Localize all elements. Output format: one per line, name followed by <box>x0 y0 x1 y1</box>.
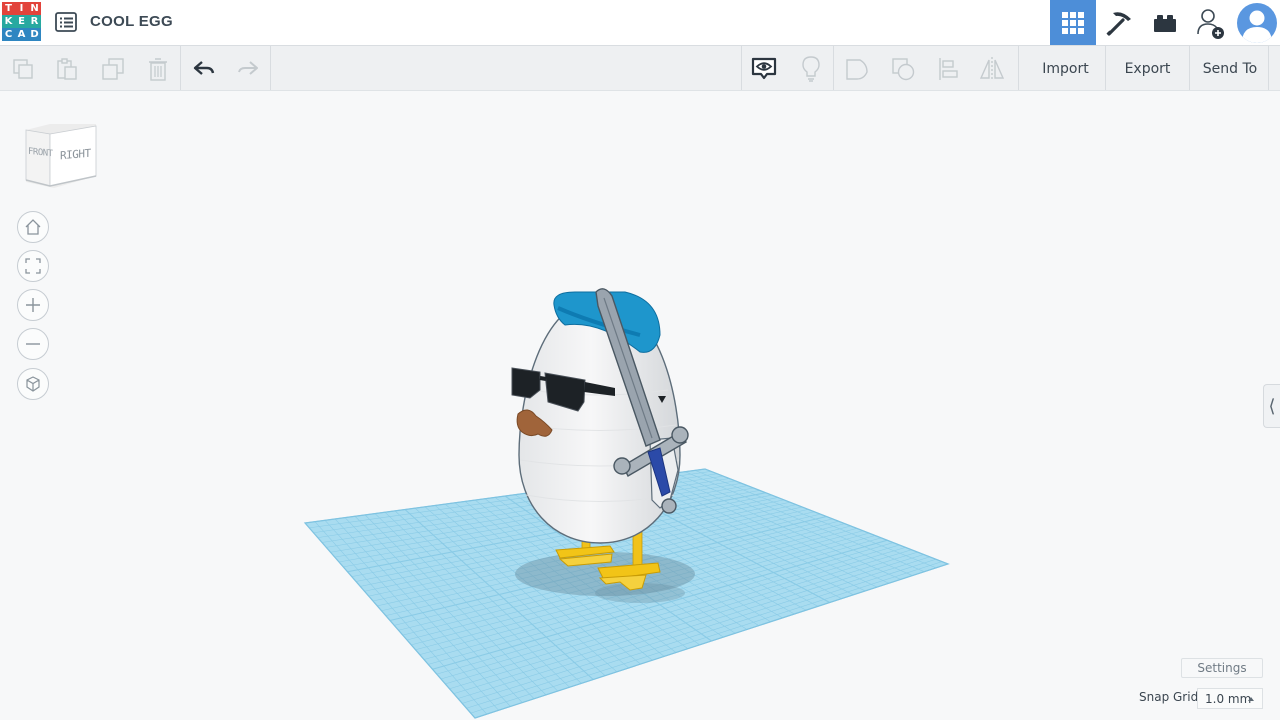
bricks-icon <box>1154 14 1176 32</box>
design-title[interactable]: COOL EGG <box>90 13 173 30</box>
copy-button[interactable] <box>8 54 38 84</box>
grid-view-icon <box>1062 11 1084 34</box>
header-right-icons <box>1050 0 1280 45</box>
snap-grid-label: Snap Grid <box>1139 690 1199 704</box>
toolbar-divider <box>1018 46 1019 90</box>
ungroup-icon <box>892 58 915 81</box>
redo-button[interactable] <box>233 54 263 84</box>
view-cube[interactable]: FRONT RIGHT <box>22 122 102 194</box>
snap-grid-value: 1.0 mm <box>1205 691 1252 706</box>
logo-letter: R <box>28 15 41 28</box>
caret-up-icon <box>1248 697 1254 701</box>
paste-button[interactable] <box>52 54 82 84</box>
copy-icon <box>13 59 33 79</box>
toolbar-divider <box>180 46 181 90</box>
logo-letter: T <box>2 2 15 15</box>
add-user-button[interactable] <box>1188 0 1234 45</box>
chevron-left-icon: ⟨ <box>1268 395 1276 416</box>
toolbar-divider <box>833 46 834 90</box>
edit-toolbar: Import Export Send To <box>0 46 1280 91</box>
grid-view-button[interactable] <box>1050 0 1096 45</box>
user-avatar-button[interactable] <box>1234 0 1280 45</box>
mirror-icon <box>979 57 1005 81</box>
undo-icon <box>193 61 215 75</box>
logo-letter: K <box>2 15 15 28</box>
tinkercad-logo[interactable]: T I N K E R C A D <box>2 2 42 42</box>
logo-letter: D <box>28 28 41 41</box>
view-cube-right-label[interactable]: RIGHT <box>60 147 91 163</box>
logo-letter: A <box>15 28 28 41</box>
plus-icon <box>26 298 40 312</box>
user-avatar <box>1237 2 1277 43</box>
design-list-button[interactable] <box>54 10 78 34</box>
align-icon <box>939 58 958 80</box>
fit-view-icon <box>25 258 41 274</box>
bricks-button[interactable] <box>1142 0 1188 45</box>
duplicate-icon <box>102 58 124 80</box>
add-user-icon <box>1197 8 1224 39</box>
show-hidden-button[interactable] <box>749 54 779 84</box>
toolbar-divider <box>1268 46 1269 90</box>
light-bulb-icon <box>802 56 820 82</box>
top-header: T I N K E R C A D COOL EGG <box>0 0 1280 46</box>
home-icon <box>25 219 41 235</box>
workplane-viewport[interactable] <box>0 91 1280 720</box>
toolbar-divider <box>1189 46 1190 90</box>
toolbar-divider <box>741 46 742 90</box>
pickaxe-button[interactable] <box>1096 0 1142 45</box>
panel-toggle-button[interactable]: ⟨ <box>1263 384 1280 428</box>
group-icon <box>846 59 868 80</box>
pickaxe-icon <box>1106 11 1131 36</box>
redo-icon <box>238 61 258 75</box>
light-bulb-button[interactable] <box>796 54 826 84</box>
import-button[interactable]: Import <box>1027 52 1104 85</box>
toolbar-divider <box>1105 46 1106 90</box>
logo-letter: N <box>28 2 41 15</box>
duplicate-button[interactable] <box>98 54 128 84</box>
snap-grid-select[interactable]: 1.0 mm <box>1197 688 1263 709</box>
mirror-button[interactable] <box>977 54 1007 84</box>
logo-letter: C <box>2 28 15 41</box>
undo-button[interactable] <box>189 54 219 84</box>
minus-icon <box>26 343 40 345</box>
send-to-button[interactable]: Send To <box>1193 52 1267 85</box>
toolbar-divider <box>270 46 271 90</box>
ortho-view-button[interactable] <box>17 368 49 400</box>
eye-bubble-icon <box>751 57 777 80</box>
export-button[interactable]: Export <box>1110 52 1185 85</box>
zoom-in-button[interactable] <box>17 289 49 321</box>
fit-all-button[interactable] <box>17 250 49 282</box>
logo-letter: E <box>15 15 28 28</box>
home-view-button[interactable] <box>17 211 49 243</box>
delete-button[interactable] <box>143 54 173 84</box>
user-silhouette-icon <box>1242 10 1272 43</box>
paste-icon <box>57 58 77 80</box>
trash-icon <box>149 58 167 81</box>
list-icon <box>55 12 77 32</box>
settings-button[interactable]: Settings <box>1181 658 1263 678</box>
group-button[interactable] <box>842 54 872 84</box>
cube-icon <box>26 376 40 392</box>
logo-letter: I <box>15 2 28 15</box>
ungroup-button[interactable] <box>888 54 918 84</box>
zoom-out-button[interactable] <box>17 328 49 360</box>
align-button[interactable] <box>933 54 963 84</box>
